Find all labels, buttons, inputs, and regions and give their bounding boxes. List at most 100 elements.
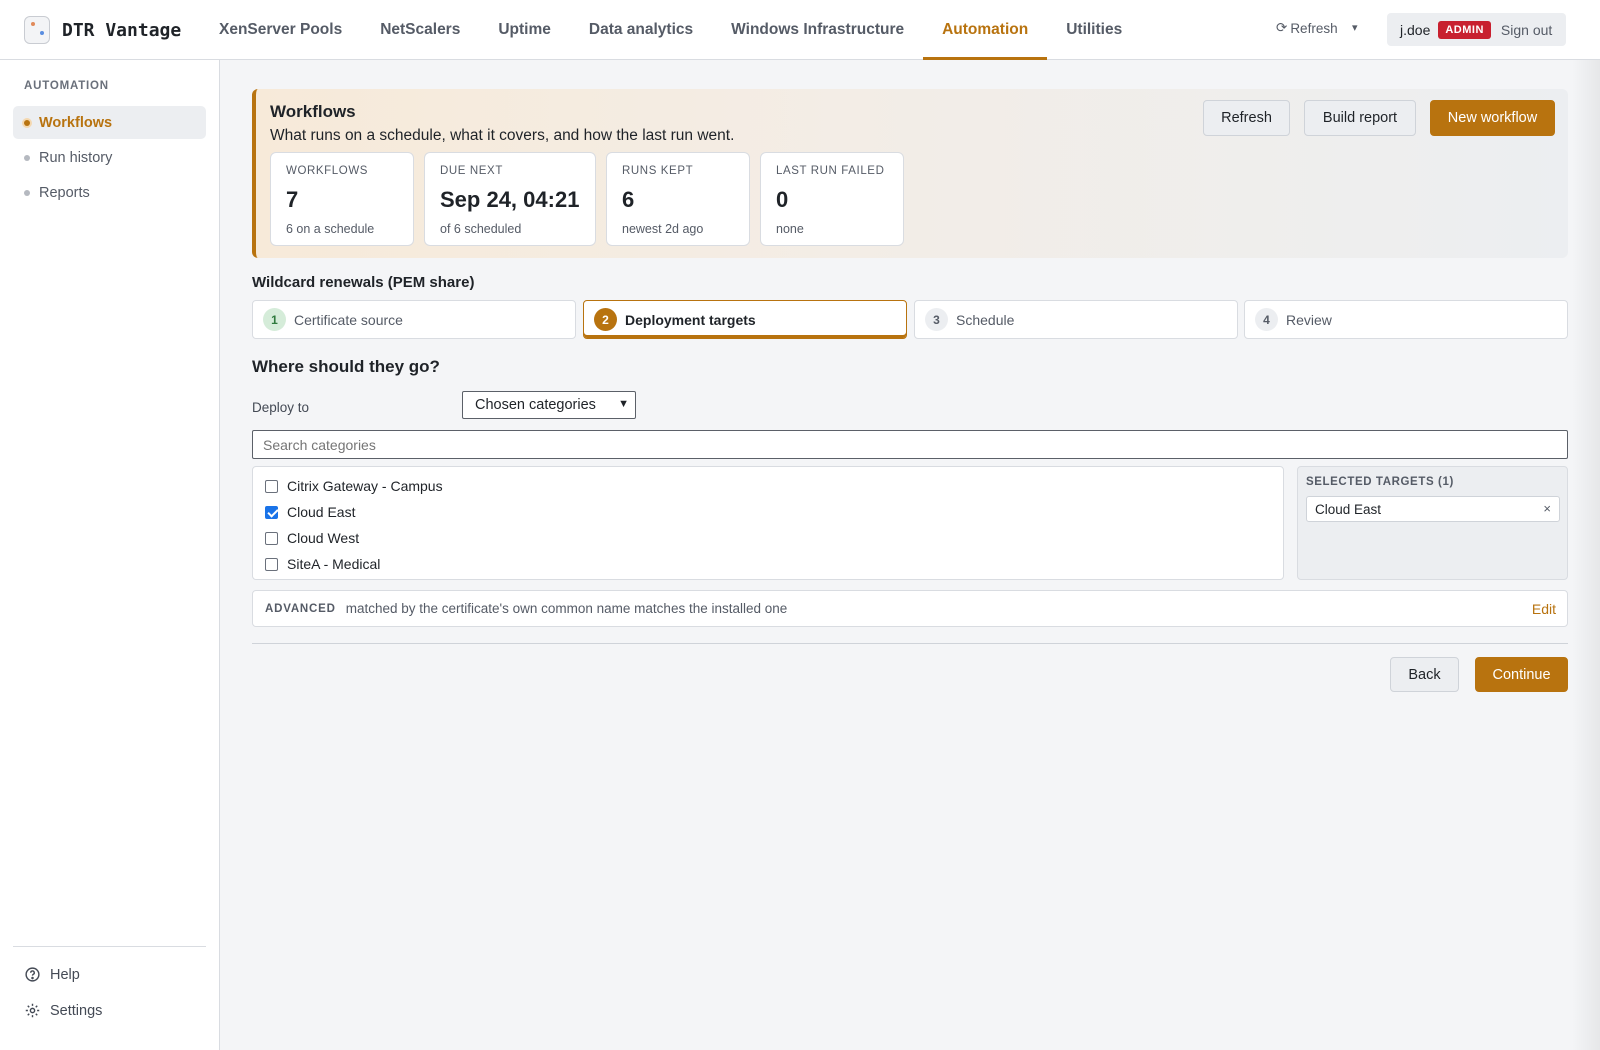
selected-targets-panel: SELECTED TARGETS (1) Cloud East × xyxy=(1297,466,1568,580)
stat-card-runs-kept: RUNS KEPT 6 newest 2d ago xyxy=(606,152,750,246)
stat-label: WORKFLOWS xyxy=(286,165,369,177)
stat-label: RUNS KEPT xyxy=(622,165,694,177)
list-item[interactable]: Cloud East xyxy=(253,499,1283,525)
brand[interactable]: DTR Vantage xyxy=(24,16,181,44)
stat-card-last-run-failed: LAST RUN FAILED 0 none xyxy=(760,152,904,246)
section-heading: Where should they go? xyxy=(252,357,440,376)
top-refresh-label: Refresh xyxy=(1290,20,1338,36)
nav-tab-utilities[interactable]: Utilities xyxy=(1047,0,1141,59)
stat-note: none xyxy=(776,222,804,236)
step-label: Review xyxy=(1286,311,1332,328)
advanced-tag: ADVANCED xyxy=(265,602,336,615)
deploy-to-select[interactable]: Chosen categories ▼ xyxy=(462,391,636,419)
nav-tab-netscalers[interactable]: NetScalers xyxy=(361,0,479,59)
sidebar-title: AUTOMATION xyxy=(24,80,109,92)
stat-card-due-next: DUE NEXT Sep 24, 04:21 of 6 scheduled xyxy=(424,152,596,246)
top-refresh-button[interactable]: ⟳ Refresh xyxy=(1276,20,1338,36)
step-schedule[interactable]: 3 Schedule xyxy=(914,300,1238,339)
stat-value: Sep 24, 04:21 xyxy=(440,187,580,212)
sidebar-settings[interactable]: Settings xyxy=(24,1002,102,1019)
sidebar-item-reports[interactable]: Reports xyxy=(13,176,206,209)
advanced-matching-row: ADVANCED matched by the certificate's ow… xyxy=(252,590,1568,627)
chevron-down-icon: ▼ xyxy=(618,398,629,410)
sidebar-item-label: Reports xyxy=(39,184,90,201)
help-icon xyxy=(25,967,40,982)
nav-tab-data-analytics[interactable]: Data analytics xyxy=(570,0,712,59)
stat-value: 6 xyxy=(622,187,635,212)
step-number: 3 xyxy=(925,308,948,331)
nav-tab-automation[interactable]: Automation xyxy=(923,0,1048,60)
top-navigation-bar: DTR Vantage XenServer Pools NetScalers U… xyxy=(0,0,1600,60)
sidebar-item-workflows[interactable]: Workflows xyxy=(13,106,206,139)
workflow-name: Wildcard renewals (PEM share) xyxy=(252,274,475,291)
bullet-icon xyxy=(24,190,30,196)
sidebar-item-label: Run history xyxy=(39,149,113,166)
stat-card-workflows: WORKFLOWS 7 6 on a schedule xyxy=(270,152,414,246)
main-nav: XenServer Pools NetScalers Uptime Data a… xyxy=(200,0,1141,60)
stat-note: 6 on a schedule xyxy=(286,222,375,236)
page-subtitle: What runs on a schedule, what it covers,… xyxy=(270,127,735,144)
step-number: 2 xyxy=(594,308,617,331)
sidebar-divider xyxy=(13,946,206,947)
step-label: Certificate source xyxy=(294,311,403,328)
advanced-description: matched by the certificate's own common … xyxy=(345,601,788,616)
settings-label: Settings xyxy=(50,1002,103,1019)
category-list: Citrix Gateway - Campus Cloud East Cloud… xyxy=(252,466,1284,580)
bullet-icon xyxy=(24,155,30,161)
brand-name: DTR Vantage xyxy=(62,19,182,41)
step-label: Deployment targets xyxy=(625,311,756,328)
sidebar-item-run-history[interactable]: Run history xyxy=(13,141,206,174)
category-checkbox[interactable] xyxy=(265,557,278,571)
advanced-edit-link[interactable]: Edit xyxy=(1532,601,1556,617)
category-label: SiteA - Medical xyxy=(287,556,381,572)
step-number: 4 xyxy=(1255,308,1278,331)
sign-out-link[interactable]: Sign out xyxy=(1501,22,1552,38)
stat-label: LAST RUN FAILED xyxy=(776,165,885,177)
footer-divider xyxy=(252,643,1568,644)
user-menu: j.doe ADMIN Sign out xyxy=(1387,13,1566,46)
step-review[interactable]: 4 Review xyxy=(1244,300,1568,339)
gear-icon xyxy=(25,1003,40,1018)
page-edge-shadow xyxy=(1572,60,1600,1050)
stat-note: of 6 scheduled xyxy=(440,222,522,236)
step-number: 1 xyxy=(263,308,286,331)
nav-tab-xenserver-pools[interactable]: XenServer Pools xyxy=(200,0,361,59)
page-title: Workflows xyxy=(270,102,356,121)
step-deployment-targets[interactable]: 2 Deployment targets xyxy=(583,300,907,339)
sidebar-help[interactable]: Help xyxy=(24,966,80,983)
selected-targets-title: SELECTED TARGETS (1) xyxy=(1306,476,1454,488)
stat-value: 0 xyxy=(776,187,789,212)
deploy-to-label: Deploy to xyxy=(252,400,310,415)
category-label: Citrix Gateway - Campus xyxy=(287,478,443,494)
nav-tab-uptime[interactable]: Uptime xyxy=(479,0,570,59)
close-icon[interactable]: × xyxy=(1543,501,1551,516)
nav-tab-windows-infrastructure[interactable]: Windows Infrastructure xyxy=(712,0,923,59)
category-checkbox[interactable] xyxy=(265,531,278,545)
step-certificate-source[interactable]: 1 Certificate source xyxy=(252,300,576,339)
search-categories-input[interactable] xyxy=(252,430,1568,459)
category-label: Cloud West xyxy=(287,530,360,546)
continue-button[interactable]: Continue xyxy=(1475,657,1568,692)
category-label: Cloud East xyxy=(287,504,356,520)
refresh-button[interactable]: Refresh xyxy=(1203,100,1290,136)
sidebar-item-label: Workflows xyxy=(39,114,113,131)
refresh-icon: ⟳ xyxy=(1276,20,1288,35)
category-checkbox[interactable] xyxy=(265,505,278,519)
sidebar: AUTOMATION Workflows Run history Reports… xyxy=(0,60,220,1050)
build-report-button[interactable]: Build report xyxy=(1304,100,1416,136)
chevron-down-icon[interactable]: ▾ xyxy=(1352,21,1358,34)
stat-label: DUE NEXT xyxy=(440,165,503,177)
username[interactable]: j.doe xyxy=(1400,22,1430,38)
stat-note: newest 2d ago xyxy=(622,222,704,236)
stat-value: 7 xyxy=(286,187,299,212)
help-label: Help xyxy=(50,966,80,983)
new-workflow-button[interactable]: New workflow xyxy=(1430,100,1555,136)
category-checkbox[interactable] xyxy=(265,479,278,493)
list-item[interactable]: Cloud West xyxy=(253,525,1283,551)
back-button[interactable]: Back xyxy=(1390,657,1459,692)
deploy-to-value: Chosen categories xyxy=(475,397,596,413)
role-badge: ADMIN xyxy=(1438,20,1491,39)
list-item[interactable]: Citrix Gateway - Campus xyxy=(253,473,1283,499)
step-label: Schedule xyxy=(956,311,1015,328)
list-item[interactable]: SiteA - Medical xyxy=(253,551,1283,577)
